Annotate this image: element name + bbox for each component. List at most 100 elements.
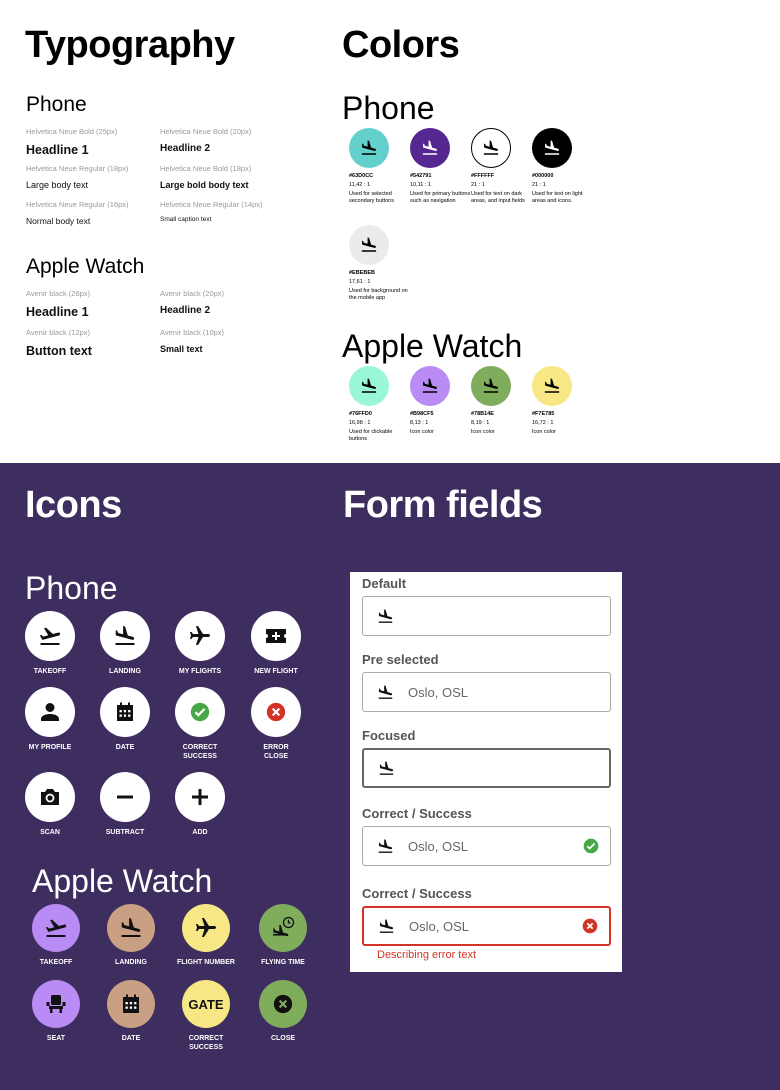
- typo-sample: Helvetica Neue Bold (25px) Headline 1: [26, 128, 156, 156]
- typo-caption: Helvetica Neue Regular (18px): [26, 164, 129, 173]
- icon-tile-scan[interactable]: SCAN: [15, 772, 85, 837]
- color-circle: [349, 225, 389, 265]
- close-circle-icon: [273, 994, 293, 1014]
- contrast-ratio: 21 : 1: [471, 181, 485, 188]
- typo-small-caption: Small caption text: [160, 215, 212, 223]
- icon-tile-date[interactable]: DATE: [96, 980, 166, 1043]
- error-icon: [582, 918, 598, 934]
- typo-caption: Helvetica Neue Bold (18px): [160, 164, 252, 173]
- color-swatch: #76FFD0 16,98 : 1 Used for clickable butto…: [349, 366, 411, 443]
- icon-tile-close[interactable]: CLOSE: [248, 980, 318, 1043]
- typography-title: Typography: [25, 24, 235, 66]
- icon-tile-correct-success[interactable]: CORRECT SUCCESS: [165, 687, 235, 762]
- field-label-focused: Focused: [362, 728, 416, 743]
- icon-tile-takeoff[interactable]: TAKEOFF: [21, 904, 91, 967]
- icon-circle: [175, 772, 225, 822]
- icon-circle: [175, 611, 225, 661]
- color-hex: #63D0CC: [349, 173, 374, 179]
- color-swatch: #78B14E 8,19 : 1 Icon color: [471, 366, 533, 436]
- landing-icon: [377, 838, 394, 855]
- field-value: Oslo, OSL: [408, 838, 468, 854]
- contrast-ratio: 17,61 : 1: [349, 278, 371, 285]
- color-hex: #F7E785: [532, 411, 555, 417]
- typo-sample: Avenir black (20px) Headline 2: [160, 290, 290, 316]
- icon-tile-seat[interactable]: SEAT: [21, 980, 91, 1043]
- color-swatch: #F7E785 16,72 : 1 Icon color: [532, 366, 594, 436]
- color-circle: [532, 128, 572, 168]
- colors-title: Colors: [342, 24, 460, 66]
- field-label-preselected: Pre selected: [362, 652, 439, 667]
- contrast-ratio: 16,72 : 1: [532, 419, 554, 426]
- icon-tile-my-profile[interactable]: MY PROFILE: [15, 687, 85, 752]
- typo-sample: Helvetica Neue Regular (16px) Normal bod…: [26, 201, 156, 225]
- field-focused-input[interactable]: [362, 748, 611, 788]
- icon-circle: [259, 904, 307, 952]
- typo-sample: Helvetica Neue Bold (20px) Headline 2: [160, 128, 290, 154]
- icon-tile-flight-number[interactable]: FLIGHT NUMBER: [171, 904, 241, 967]
- icon-label: ADD: [192, 829, 208, 836]
- field-label-success: Correct / Success: [362, 806, 472, 821]
- icon-label: SUBTRACT: [105, 829, 145, 836]
- icon-circle: [251, 611, 301, 661]
- icon-label: NEW FLIGHT: [254, 668, 298, 675]
- icon-circle: [25, 687, 75, 737]
- contrast-ratio: 8,13 : 1: [410, 419, 429, 426]
- contrast-ratio: 16,98 : 1: [349, 419, 371, 426]
- ticket-plus-icon: [264, 624, 288, 648]
- icon-tile-landing[interactable]: LANDING: [96, 904, 166, 967]
- color-swatch: #000000 21 : 1 Used for text on light area…: [532, 128, 594, 205]
- icon-label: LANDING: [109, 668, 141, 675]
- color-description: Used for primary buttons such as navigat…: [410, 191, 471, 205]
- landing-clock-icon: [271, 916, 295, 940]
- icon-circle: [32, 980, 80, 1028]
- typo-caption: Helvetica Neue Regular (14px): [160, 200, 263, 209]
- icon-label: SCAN: [40, 829, 60, 836]
- icon-tile-subtract[interactable]: SUBTRACT: [90, 772, 160, 837]
- color-circle: [532, 366, 572, 406]
- icon-label: FLYING TIME: [261, 959, 305, 966]
- airplane-icon: [194, 916, 218, 940]
- typo-button-text: Button text: [26, 343, 92, 358]
- landing-icon: [421, 139, 439, 157]
- typo-large-bold-body: Large bold body text: [160, 179, 249, 190]
- typo-headline-2: Headline 2: [160, 142, 211, 154]
- icon-tile-error-close[interactable]: ERROR CLOSE: [241, 687, 311, 762]
- typo-caption: Avenir black (20px): [160, 289, 225, 298]
- typo-sample: Avenir black (12px) Button text: [26, 329, 156, 357]
- icon-tile-landing[interactable]: LANDING: [90, 611, 160, 676]
- field-error-text: Describing error text: [377, 949, 477, 961]
- field-default-input[interactable]: [362, 596, 611, 636]
- landing-icon: [482, 139, 500, 157]
- field-success-input[interactable]: Oslo, OSL: [362, 826, 611, 866]
- color-description: Used for text on dark areas, and input f…: [471, 191, 525, 205]
- landing-icon: [119, 916, 143, 940]
- icon-circle: [32, 904, 80, 952]
- icon-tile-new-flight[interactable]: NEW FLIGHT: [241, 611, 311, 676]
- icon-label: FLIGHT NUMBER: [177, 959, 235, 966]
- seat-icon: [44, 992, 68, 1016]
- icon-tile-takeoff[interactable]: TAKEOFF: [15, 611, 85, 676]
- color-circle: [349, 128, 389, 168]
- icon-label: CLOSE: [270, 1035, 296, 1042]
- icon-label: DATE: [115, 744, 135, 751]
- icon-tile-date[interactable]: DATE: [90, 687, 160, 752]
- icon-tile-flying-time[interactable]: FLYING TIME: [248, 904, 318, 967]
- icon-label: MY FLIGHTS: [178, 668, 222, 675]
- landing-icon: [543, 377, 561, 395]
- typo-small-text: Small text: [160, 343, 203, 354]
- form-fields-card: Default Pre selected Oslo, OSL Focused C…: [350, 572, 622, 972]
- field-preselected-input[interactable]: Oslo, OSL: [362, 672, 611, 712]
- typo-caption: Avenir black (26px): [26, 289, 91, 298]
- typo-caption: Avenir black (10px): [160, 328, 225, 337]
- icon-tile-my-flights[interactable]: MY FLIGHTS: [165, 611, 235, 676]
- landing-icon: [421, 377, 439, 395]
- field-error-input[interactable]: Oslo, OSL: [362, 906, 611, 946]
- colors-phone-title: Phone: [342, 90, 435, 126]
- icon-tile-correct-success[interactable]: GATE CORRECT SUCCESS: [171, 980, 241, 1053]
- color-description: Used for selected secondary buttons: [349, 191, 394, 205]
- icon-tile-add[interactable]: ADD: [165, 772, 235, 837]
- color-hex: #B98CF5: [410, 411, 434, 417]
- field-value: Oslo, OSL: [409, 918, 469, 934]
- icon-label: ERROR CLOSE: [263, 744, 289, 761]
- field-label-error: Correct / Success: [362, 886, 472, 901]
